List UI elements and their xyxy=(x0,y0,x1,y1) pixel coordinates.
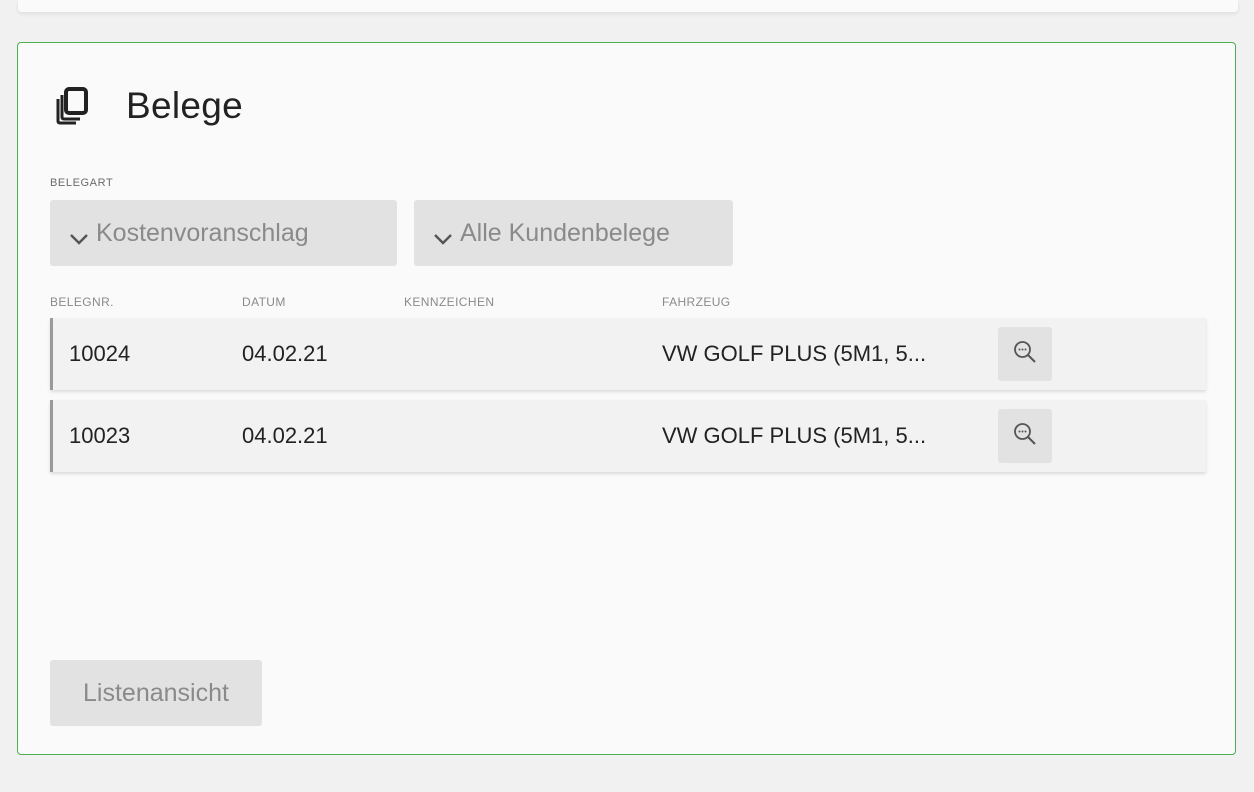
document-scope-value: Alle Kundenbelege xyxy=(460,218,670,247)
zoom-search-icon xyxy=(1012,339,1038,370)
preview-button[interactable] xyxy=(998,327,1052,381)
vehicle-name: VW GOLF PLUS (5M1, 5... xyxy=(662,423,927,448)
chevron-down-icon xyxy=(68,225,90,245)
column-header-number: BELEGNR. xyxy=(50,295,114,309)
column-header-date: DATUM xyxy=(242,295,286,309)
card-header: Belege xyxy=(56,81,243,131)
zoom-search-icon xyxy=(1012,421,1038,452)
copy-documents-icon xyxy=(56,86,90,126)
table-row[interactable]: 10024 04.02.21 VW GOLF PLUS (5M1, 5... xyxy=(50,318,1206,390)
documents-card: Belege BELEGART Kostenvoranschlag Alle K… xyxy=(17,42,1236,755)
page-title: Belege xyxy=(126,85,244,126)
column-header-vehicle: FAHRZEUG xyxy=(662,295,731,309)
preview-button[interactable] xyxy=(998,409,1052,463)
previous-card-edge xyxy=(18,0,1238,12)
document-scope-dropdown[interactable]: Alle Kundenbelege xyxy=(414,200,733,266)
document-date: 04.02.21 xyxy=(242,341,328,366)
table-row[interactable]: 10023 04.02.21 VW GOLF PLUS (5M1, 5... xyxy=(50,400,1206,472)
vehicle-name: VW GOLF PLUS (5M1, 5... xyxy=(662,341,927,366)
document-date: 04.02.21 xyxy=(242,423,328,448)
column-header-plate: KENNZEICHEN xyxy=(404,295,495,309)
document-type-value: Kostenvoranschlag xyxy=(96,218,309,247)
list-view-button[interactable]: Listenansicht xyxy=(50,660,262,726)
document-type-label: BELEGART xyxy=(50,177,114,189)
document-number: 10023 xyxy=(69,423,131,448)
document-number: 10024 xyxy=(69,341,131,366)
chevron-down-icon xyxy=(432,225,454,245)
document-type-dropdown[interactable]: Kostenvoranschlag xyxy=(50,200,397,266)
